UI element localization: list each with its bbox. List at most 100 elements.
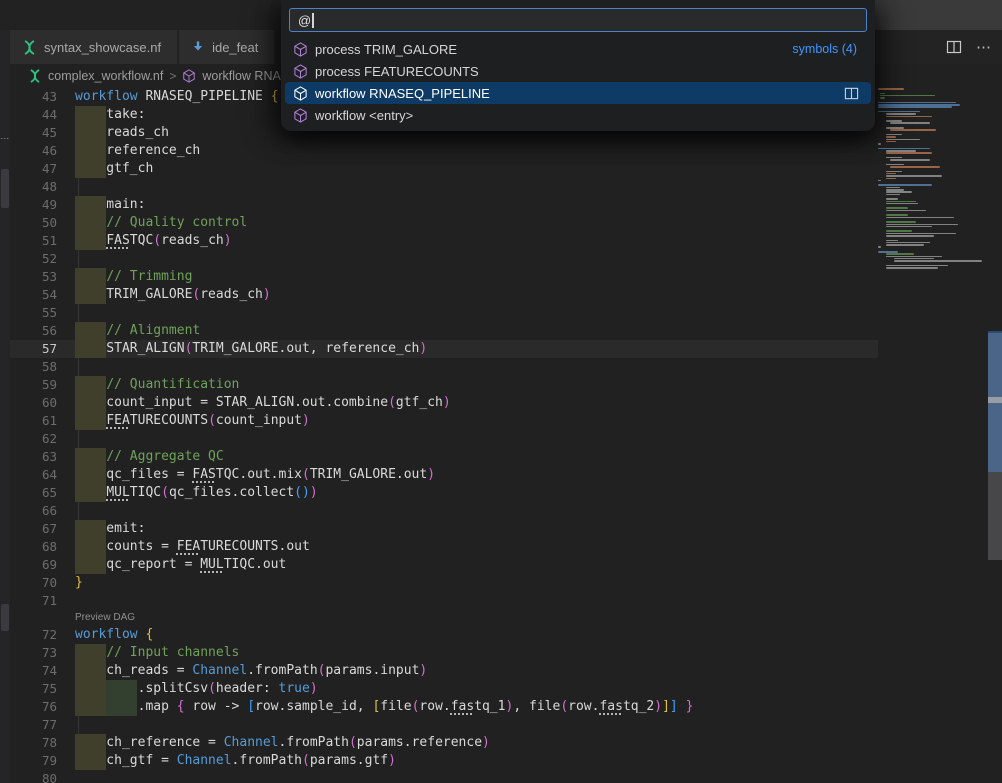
code-text: TRIM_GALORE(reads_ch)	[75, 286, 271, 304]
line-number: 67	[10, 520, 75, 538]
code-text: workflow {	[75, 626, 153, 644]
tab-syntax-showcase[interactable]: syntax_showcase.nf	[10, 30, 177, 64]
code-text: // Alignment	[75, 322, 200, 340]
text-cursor	[312, 13, 314, 28]
indent-guide	[78, 502, 79, 520]
code-text: emit:	[75, 520, 145, 538]
code-text: .splitCsv(header: true)	[75, 680, 318, 698]
open-to-side-icon[interactable]	[844, 86, 863, 101]
code-text: // Aggregate QC	[75, 448, 224, 466]
code-line[interactable]: 72workflow {	[10, 626, 878, 644]
line-number: 77	[10, 716, 75, 734]
line-number: 71	[10, 592, 75, 610]
line-number: 78	[10, 734, 75, 752]
line-number: 57	[10, 340, 75, 358]
code-text: take:	[75, 106, 145, 124]
code-line[interactable]: 70}	[10, 574, 878, 592]
line-number: 79	[10, 752, 75, 770]
code-editor[interactable]: 43workflow RNASEQ_PIPELINE {44 take:45 r…	[10, 88, 878, 783]
code-line[interactable]: 67 emit:	[10, 520, 878, 538]
quick-open-item-label: workflow RNASEQ_PIPELINE	[315, 86, 490, 101]
code-line[interactable]: 80	[10, 770, 878, 783]
code-line[interactable]: 59 // Quantification	[10, 376, 878, 394]
quick-open-item-label: workflow <entry>	[315, 108, 413, 123]
line-number: 49	[10, 196, 75, 214]
code-line[interactable]: 55	[10, 304, 878, 322]
code-text: count_input = STAR_ALIGN.out.combine(gtf…	[75, 394, 451, 412]
line-number: 53	[10, 268, 75, 286]
code-text: MULTIQC(qc_files.collect())	[75, 484, 318, 502]
line-number: 72	[10, 626, 75, 644]
code-line[interactable]: 79 ch_gtf = Channel.fromPath(params.gtf)	[10, 752, 878, 770]
scrollbar[interactable]	[988, 0, 1002, 783]
line-number: 60	[10, 394, 75, 412]
code-line[interactable]: 57 STAR_ALIGN(TRIM_GALORE.out, reference…	[10, 340, 878, 358]
code-line[interactable]: 63 // Aggregate QC	[10, 448, 878, 466]
line-number: 58	[10, 358, 75, 376]
breadcrumb-symbol[interactable]: workflow RNASEQ_PIPELINE	[202, 69, 281, 83]
quick-open-input[interactable]: @	[289, 8, 867, 32]
left-panel-scrollbar-thumb[interactable]	[1, 169, 9, 208]
code-line[interactable]: 75 .splitCsv(header: true)	[10, 680, 878, 698]
code-line[interactable]: 53 // Trimming	[10, 268, 878, 286]
breadcrumb-file[interactable]: complex_workflow.nf	[48, 69, 163, 83]
code-line[interactable]: 49 main:	[10, 196, 878, 214]
line-number: 43	[10, 88, 75, 106]
code-line[interactable]: 60 count_input = STAR_ALIGN.out.combine(…	[10, 394, 878, 412]
code-text: reference_ch	[75, 142, 200, 160]
split-editor-icon[interactable]	[946, 39, 962, 55]
code-line[interactable]: 68 counts = FEATURECOUNTS.out	[10, 538, 878, 556]
code-text: reads_ch	[75, 124, 169, 142]
code-line[interactable]: 50 // Quality control	[10, 214, 878, 232]
code-line[interactable]: 78 ch_reference = Channel.fromPath(param…	[10, 734, 878, 752]
line-number: 56	[10, 322, 75, 340]
code-line[interactable]: 54 TRIM_GALORE(reads_ch)	[10, 286, 878, 304]
code-text: qc_report = MULTIQC.out	[75, 556, 286, 574]
code-line[interactable]: 76 .map { row -> [row.sample_id, [file(r…	[10, 698, 878, 716]
code-line[interactable]: 71	[10, 592, 878, 610]
tab-ide-features[interactable]: ide_feat	[179, 30, 274, 64]
quick-open-item[interactable]: workflow <entry>	[285, 104, 871, 126]
code-line[interactable]: 58	[10, 358, 878, 376]
code-line[interactable]: 47 gtf_ch	[10, 160, 878, 178]
code-line[interactable]: 69 qc_report = MULTIQC.out	[10, 556, 878, 574]
code-line[interactable]: 77	[10, 716, 878, 734]
indent-guide	[78, 178, 79, 196]
nextflow-logo-icon	[28, 69, 42, 83]
indent-guide	[78, 358, 79, 376]
quick-open-item[interactable]: process TRIM_GALOREsymbols (4)	[285, 38, 871, 60]
minimap[interactable]	[878, 88, 988, 288]
code-text: FASTQC(reads_ch)	[75, 232, 232, 250]
line-number: 51	[10, 232, 75, 250]
code-line[interactable]: 52	[10, 250, 878, 268]
code-line[interactable]: 73 // Input channels	[10, 644, 878, 662]
code-line[interactable]: 65 MULTIQC(qc_files.collect())	[10, 484, 878, 502]
symbols-count-badge: symbols (4)	[792, 42, 863, 56]
quick-open-item[interactable]: workflow RNASEQ_PIPELINE	[285, 82, 871, 104]
codelens-preview-dag[interactable]: Preview DAG	[10, 610, 878, 626]
line-number: 73	[10, 644, 75, 662]
line-number: 75	[10, 680, 75, 698]
code-line[interactable]: 51 FASTQC(reads_ch)	[10, 232, 878, 250]
line-number: 44	[10, 106, 75, 124]
line-number: 80	[10, 770, 75, 783]
quick-open-dropdown: @ process TRIM_GALOREsymbols (4)process …	[281, 0, 875, 131]
code-text: gtf_ch	[75, 160, 153, 178]
line-number: 61	[10, 412, 75, 430]
code-line[interactable]: 46 reference_ch	[10, 142, 878, 160]
line-number: 66	[10, 502, 75, 520]
left-panel-marker	[1, 604, 9, 631]
code-line[interactable]: 64 qc_files = FASTQC.out.mix(TRIM_GALORE…	[10, 466, 878, 484]
quick-open-item[interactable]: process FEATURECOUNTS	[285, 60, 871, 82]
scrollbar-thumb[interactable]	[988, 472, 1002, 560]
symbol-cube-icon	[293, 108, 308, 123]
line-number: 74	[10, 662, 75, 680]
code-line[interactable]: 74 ch_reads = Channel.fromPath(params.in…	[10, 662, 878, 680]
code-line[interactable]: 61 FEATURECOUNTS(count_input)	[10, 412, 878, 430]
code-line[interactable]: 56 // Alignment	[10, 322, 878, 340]
code-line[interactable]: 48	[10, 178, 878, 196]
tab-label: ide_feat	[212, 40, 258, 55]
line-number: 59	[10, 376, 75, 394]
code-line[interactable]: 66	[10, 502, 878, 520]
code-line[interactable]: 62	[10, 430, 878, 448]
